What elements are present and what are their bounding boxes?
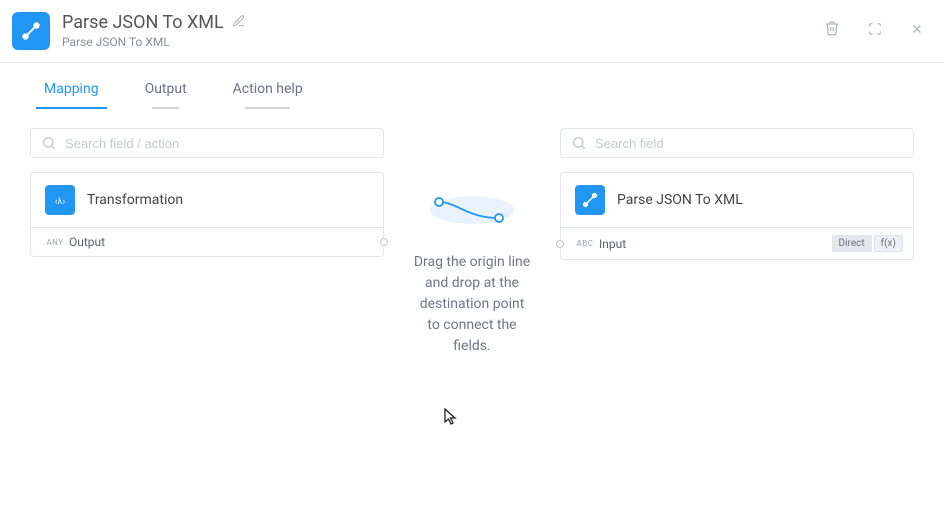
source-port[interactable]	[380, 238, 388, 246]
fx-button[interactable]: f(x)	[874, 235, 903, 252]
expand-icon[interactable]	[868, 21, 882, 40]
title-row: Parse JSON To XML	[62, 12, 246, 33]
hint-text: Drag the origin line and drop at the des…	[412, 252, 532, 357]
target-search-input[interactable]	[595, 136, 903, 151]
target-card-title: Parse JSON To XML	[617, 192, 743, 208]
target-column: Parse JSON To XML ABC Input Direct f(x)	[560, 128, 914, 357]
header-actions	[824, 12, 924, 40]
tab-mapping[interactable]: Mapping	[42, 77, 101, 103]
source-field-name: Output	[69, 235, 373, 249]
close-icon[interactable]	[910, 21, 924, 40]
target-field-name: Input	[599, 237, 832, 251]
source-search-input[interactable]	[65, 136, 373, 151]
search-icon	[571, 135, 587, 151]
tabs: Mapping Output Action help	[0, 77, 944, 104]
main: ‹λ› Transformation ANY Output Drag the o…	[0, 104, 944, 357]
tab-output[interactable]: Output	[143, 77, 189, 103]
header-left: Parse JSON To XML Parse JSON To XML	[12, 12, 824, 50]
page-subtitle: Parse JSON To XML	[62, 35, 246, 49]
source-field-row[interactable]: ANY Output	[31, 227, 383, 256]
cursor-icon	[444, 408, 460, 430]
hint-diagram	[427, 188, 517, 228]
source-column: ‹λ› Transformation ANY Output	[30, 128, 384, 357]
svg-text:‹λ›: ‹λ›	[55, 197, 66, 207]
connector-icon	[575, 185, 605, 215]
source-search[interactable]	[30, 128, 384, 158]
field-mode-buttons: Direct f(x)	[832, 235, 903, 252]
trash-icon[interactable]	[824, 20, 840, 40]
source-card-header: ‹λ› Transformation	[31, 173, 383, 227]
page-title: Parse JSON To XML	[62, 12, 224, 33]
header: Parse JSON To XML Parse JSON To XML	[0, 0, 944, 63]
source-field-type: ANY	[41, 238, 69, 247]
app-icon	[12, 12, 50, 50]
target-search[interactable]	[560, 128, 914, 158]
target-port[interactable]	[556, 240, 564, 248]
tab-action-help[interactable]: Action help	[231, 77, 305, 103]
target-field-type: ABC	[571, 239, 599, 248]
source-card-title: Transformation	[87, 192, 183, 208]
lambda-icon: ‹λ›	[45, 185, 75, 215]
target-card-header: Parse JSON To XML	[561, 173, 913, 227]
target-card: Parse JSON To XML ABC Input Direct f(x)	[560, 172, 914, 260]
target-field-row[interactable]: ABC Input Direct f(x)	[561, 227, 913, 259]
source-card: ‹λ› Transformation ANY Output	[30, 172, 384, 257]
center-column: Drag the origin line and drop at the des…	[384, 128, 560, 357]
search-icon	[41, 135, 57, 151]
edit-icon[interactable]	[232, 13, 246, 32]
direct-button[interactable]: Direct	[832, 235, 872, 252]
title-block: Parse JSON To XML Parse JSON To XML	[62, 12, 246, 49]
